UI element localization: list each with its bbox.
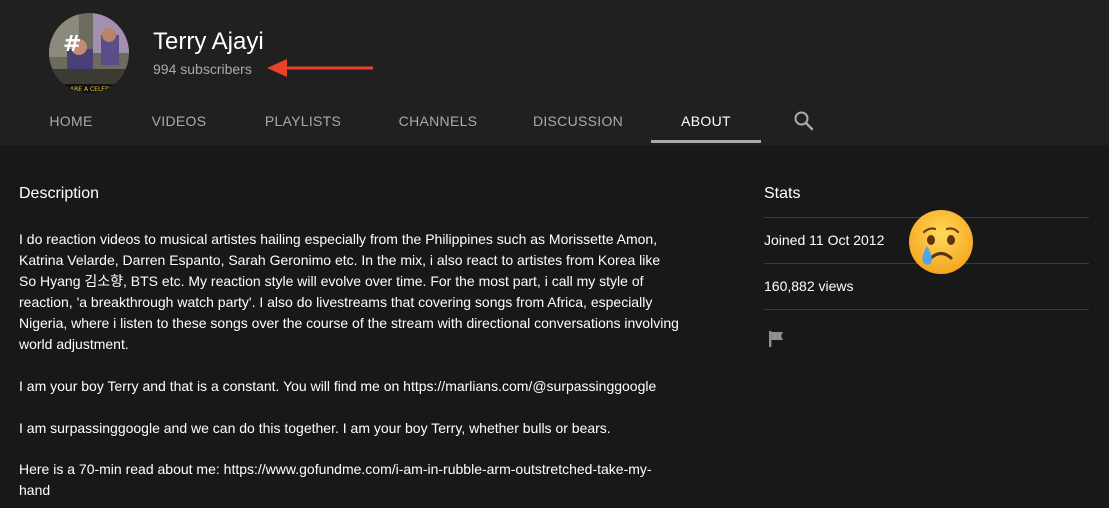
search-icon[interactable] [792, 109, 816, 133]
description-paragraph: I do reaction videos to musical artistes… [19, 231, 679, 352]
joined-date: Joined 11 Oct 2012 [764, 232, 885, 248]
tab-videos[interactable]: VIDEOS [134, 97, 224, 145]
channel-name: Terry Ajayi [153, 28, 264, 55]
description-title: Description [19, 185, 100, 202]
active-tab-indicator [651, 140, 761, 143]
tab-discussion[interactable]: DISCUSSION [524, 97, 632, 145]
description-paragraph: I am surpassinggoogle and we can do this… [19, 420, 611, 436]
flag-icon[interactable] [767, 329, 787, 349]
tab-playlists[interactable]: PLAYLISTS [252, 97, 354, 145]
tab-channels[interactable]: CHANNELS [383, 97, 493, 145]
stats-divider [764, 309, 1089, 310]
stats-title: Stats [764, 185, 801, 202]
view-count: 160,882 views [764, 278, 854, 294]
subscriber-count: 994 subscribers [153, 61, 252, 77]
avatar-image: # ARE A CELEB [49, 13, 129, 93]
description-paragraph: Here is a 70-min read about me: https://… [19, 461, 652, 498]
channel-tabs: HOME VIDEOS PLAYLISTS CHANNELS DISCUSSIO… [0, 97, 1109, 145]
annotation-arrow [267, 59, 373, 77]
description-paragraph: I am your boy Terry and that is a consta… [19, 378, 657, 394]
channel-avatar[interactable]: # ARE A CELEB [49, 13, 129, 93]
tab-home[interactable]: HOME [30, 97, 112, 145]
tab-about[interactable]: ABOUT [651, 97, 761, 145]
svg-text:#: # [63, 32, 81, 57]
crying-face-emoji-icon [909, 210, 973, 274]
